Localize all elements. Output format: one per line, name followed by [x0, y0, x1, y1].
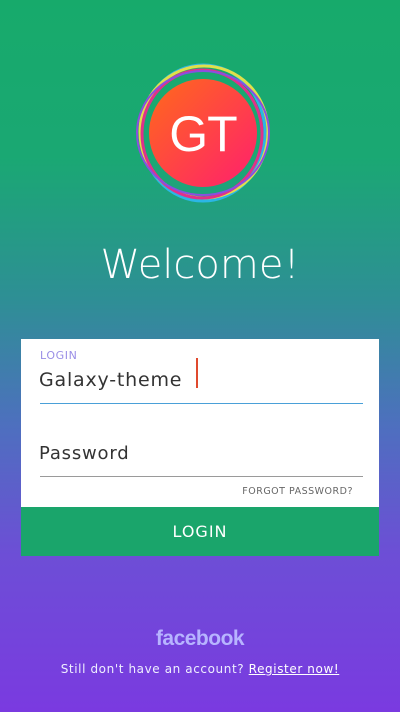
- password-input[interactable]: Password: [39, 443, 129, 464]
- app-logo: GT: [135, 60, 271, 206]
- logo-text: GT: [169, 106, 237, 162]
- register-prompt: Still don't have an account? Register no…: [0, 662, 400, 676]
- register-prompt-text: Still don't have an account?: [60, 662, 245, 676]
- register-link[interactable]: Register now!: [249, 662, 340, 676]
- login-input[interactable]: Galaxy-theme: [39, 369, 182, 391]
- login-button[interactable]: LOGIN: [21, 507, 379, 556]
- login-input-underline: [40, 403, 363, 404]
- forgot-password-link[interactable]: FORGOT PASSWORD?: [242, 486, 353, 497]
- text-caret: [196, 358, 198, 388]
- facebook-login-link[interactable]: facebook: [0, 627, 400, 651]
- welcome-heading: Welcome!: [100, 242, 300, 288]
- login-field-label: LOGIN: [40, 349, 78, 362]
- password-input-underline: [40, 476, 363, 477]
- login-form-card: LOGIN Galaxy-theme Password FORGOT PASSW…: [21, 339, 379, 507]
